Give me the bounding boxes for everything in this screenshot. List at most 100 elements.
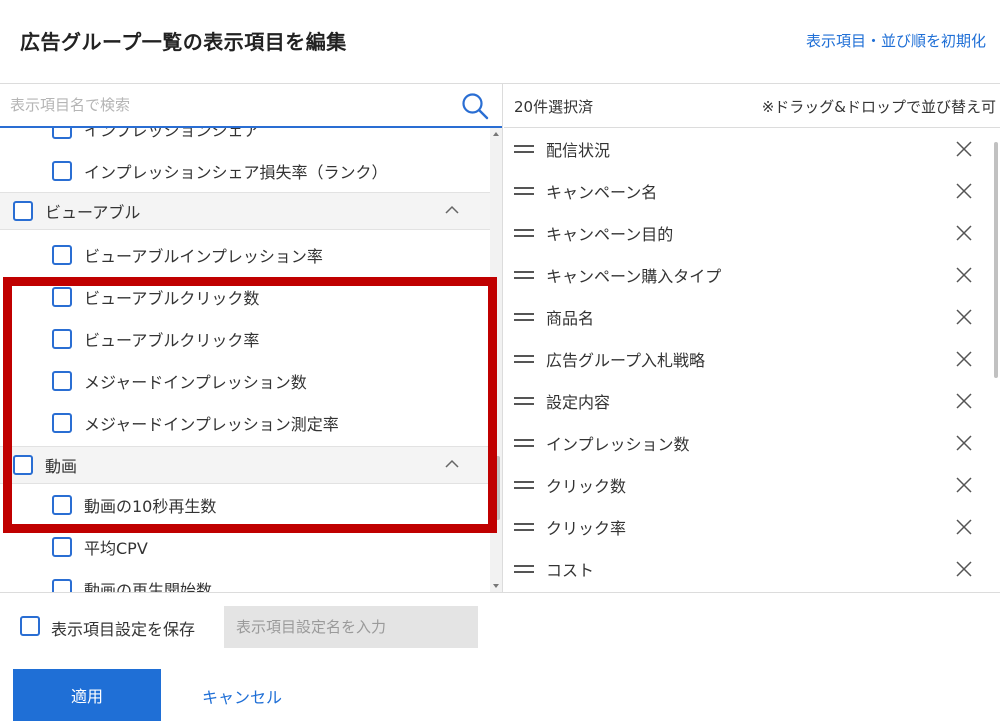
remove-x-icon[interactable] [956, 225, 972, 241]
item-checkbox[interactable] [52, 245, 72, 265]
search-box [0, 84, 502, 128]
cancel-link[interactable]: キャンセル [202, 684, 282, 708]
remove-x-icon[interactable] [956, 435, 972, 451]
selected-item-row[interactable]: 商品名 [504, 296, 990, 338]
drag-handle-icon[interactable] [514, 396, 534, 406]
tree-item-row[interactable]: メジャードインプレッション数 [0, 360, 490, 402]
remove-x-icon[interactable] [956, 267, 972, 283]
tree-group-row[interactable]: ビューアブル [0, 192, 490, 230]
drag-handle-icon[interactable] [514, 564, 534, 574]
chevron-up-icon[interactable] [444, 456, 460, 472]
tree-item-row[interactable]: ビューアブルインプレッション率 [0, 234, 490, 276]
item-label: ビューアブルクリック率 [84, 331, 260, 350]
selected-item-label: 広告グループ入札戦略 [546, 351, 706, 370]
reset-columns-link[interactable]: 表示項目・並び順を初期化 [806, 30, 986, 51]
search-input[interactable] [0, 84, 450, 126]
selected-item-row[interactable]: キャンペーン購入タイプ [504, 254, 990, 296]
item-label: 平均CPV [84, 539, 148, 558]
dialog-header: 広告グループ一覧の表示項目を編集 表示項目・並び順を初期化 [0, 0, 1000, 84]
tree-item-row[interactable]: 動画の10秒再生数 [0, 484, 490, 526]
tree-item-row[interactable]: インプレッションシェア [0, 128, 490, 150]
drag-handle-icon[interactable] [514, 144, 534, 154]
selected-count: 20件選択済 [514, 98, 594, 116]
drag-handle-icon[interactable] [514, 270, 534, 280]
item-checkbox[interactable] [52, 329, 72, 349]
group-label: 動画 [45, 457, 78, 476]
apply-button[interactable]: 適用 [13, 669, 161, 721]
selected-item-row[interactable]: クリック率 [504, 506, 990, 548]
chevron-up-icon[interactable] [444, 202, 460, 218]
remove-x-icon[interactable] [956, 477, 972, 493]
tree-item-row[interactable]: ビューアブルクリック率 [0, 318, 490, 360]
remove-x-icon[interactable] [956, 351, 972, 367]
group-checkbox[interactable] [13, 455, 33, 475]
selected-columns-panel: 20件選択済 ※ドラッグ&ドロップで並び替え可 配信状況キャンペーン名キャンペー… [504, 84, 1000, 592]
left-scrollbar-thumb[interactable] [492, 456, 500, 520]
dialog-title: 広告グループ一覧の表示項目を編集 [20, 30, 347, 54]
footer-divider [0, 592, 1000, 593]
drag-hint: ※ドラッグ&ドロップで並び替え可 [761, 98, 996, 116]
save-settings-checkbox[interactable] [20, 616, 40, 636]
item-label: メジャードインプレッション数 [84, 373, 307, 392]
item-checkbox[interactable] [52, 413, 72, 433]
tree-item-row[interactable]: メジャードインプレッション測定率 [0, 402, 490, 444]
selected-item-row[interactable]: キャンペーン名 [504, 170, 990, 212]
scroll-down-arrow-icon[interactable] [493, 584, 499, 588]
item-label: ビューアブルインプレッション率 [84, 247, 323, 266]
item-checkbox[interactable] [52, 287, 72, 307]
item-checkbox[interactable] [52, 128, 72, 139]
selected-item-label: 商品名 [546, 309, 595, 328]
remove-x-icon[interactable] [956, 141, 972, 157]
drag-handle-icon[interactable] [514, 354, 534, 364]
remove-x-icon[interactable] [956, 393, 972, 409]
item-checkbox[interactable] [52, 495, 72, 515]
selected-item-label: インプレッション数 [546, 435, 690, 454]
drag-handle-icon[interactable] [514, 522, 534, 532]
item-label: ビューアブルクリック数 [84, 289, 260, 308]
remove-x-icon[interactable] [956, 561, 972, 577]
settings-name-input[interactable] [224, 606, 478, 648]
selected-item-label: 設定内容 [546, 393, 611, 412]
tree-group-row[interactable]: 動画 [0, 446, 490, 484]
item-checkbox[interactable] [52, 579, 72, 592]
drag-handle-icon[interactable] [514, 480, 534, 490]
item-checkbox[interactable] [52, 161, 72, 181]
item-label: インプレッションシェア [84, 128, 260, 140]
drag-handle-icon[interactable] [514, 186, 534, 196]
scroll-up-arrow-icon[interactable] [493, 132, 499, 136]
group-checkbox[interactable] [13, 201, 33, 221]
right-scrollbar-thumb[interactable] [994, 142, 998, 378]
drag-handle-icon[interactable] [514, 228, 534, 238]
selected-item-row[interactable]: 配信状況 [504, 128, 990, 170]
selected-item-row[interactable]: キャンペーン目的 [504, 212, 990, 254]
selected-item-label: コスト [546, 561, 595, 580]
save-settings-label: 表示項目設定を保存 [51, 620, 196, 639]
available-columns-panel: インプレッションシェアインプレッションシェア損失率（ランク） ビューアブルビューア… [0, 84, 503, 592]
selected-header: 20件選択済 ※ドラッグ&ドロップで並び替え可 [504, 84, 1000, 128]
tree-item-row[interactable]: 動画の再生開始数 [0, 568, 490, 592]
selected-item-row[interactable]: コスト [504, 548, 990, 590]
drag-handle-icon[interactable] [514, 438, 534, 448]
item-checkbox[interactable] [52, 537, 72, 557]
item-label: インプレッションシェア損失率（ランク） [84, 163, 388, 182]
remove-x-icon[interactable] [956, 519, 972, 535]
tree-item-row[interactable]: インプレッションシェア損失率（ランク） [0, 150, 490, 192]
remove-x-icon[interactable] [956, 183, 972, 199]
selected-item-row[interactable]: インプレッション数 [504, 422, 990, 464]
item-label: 動画の10秒再生数 [84, 497, 217, 516]
tree-item-row[interactable]: ビューアブルクリック数 [0, 276, 490, 318]
search-icon[interactable] [461, 92, 489, 120]
selected-item-row[interactable]: 広告グループ入札戦略 [504, 338, 990, 380]
remove-x-icon[interactable] [956, 309, 972, 325]
right-scrollbar[interactable] [992, 128, 1000, 592]
selected-item-row[interactable]: 設定内容 [504, 380, 990, 422]
selected-item-row[interactable]: クリック数 [504, 464, 990, 506]
item-label: メジャードインプレッション測定率 [84, 415, 339, 434]
tree-item-row[interactable]: 平均CPV [0, 526, 490, 568]
left-scrollbar[interactable] [490, 128, 502, 592]
selected-item-label: クリック率 [546, 519, 627, 538]
selected-item-label: キャンペーン名 [546, 183, 658, 202]
item-checkbox[interactable] [52, 371, 72, 391]
selected-item-label: 配信状況 [546, 141, 611, 160]
drag-handle-icon[interactable] [514, 312, 534, 322]
